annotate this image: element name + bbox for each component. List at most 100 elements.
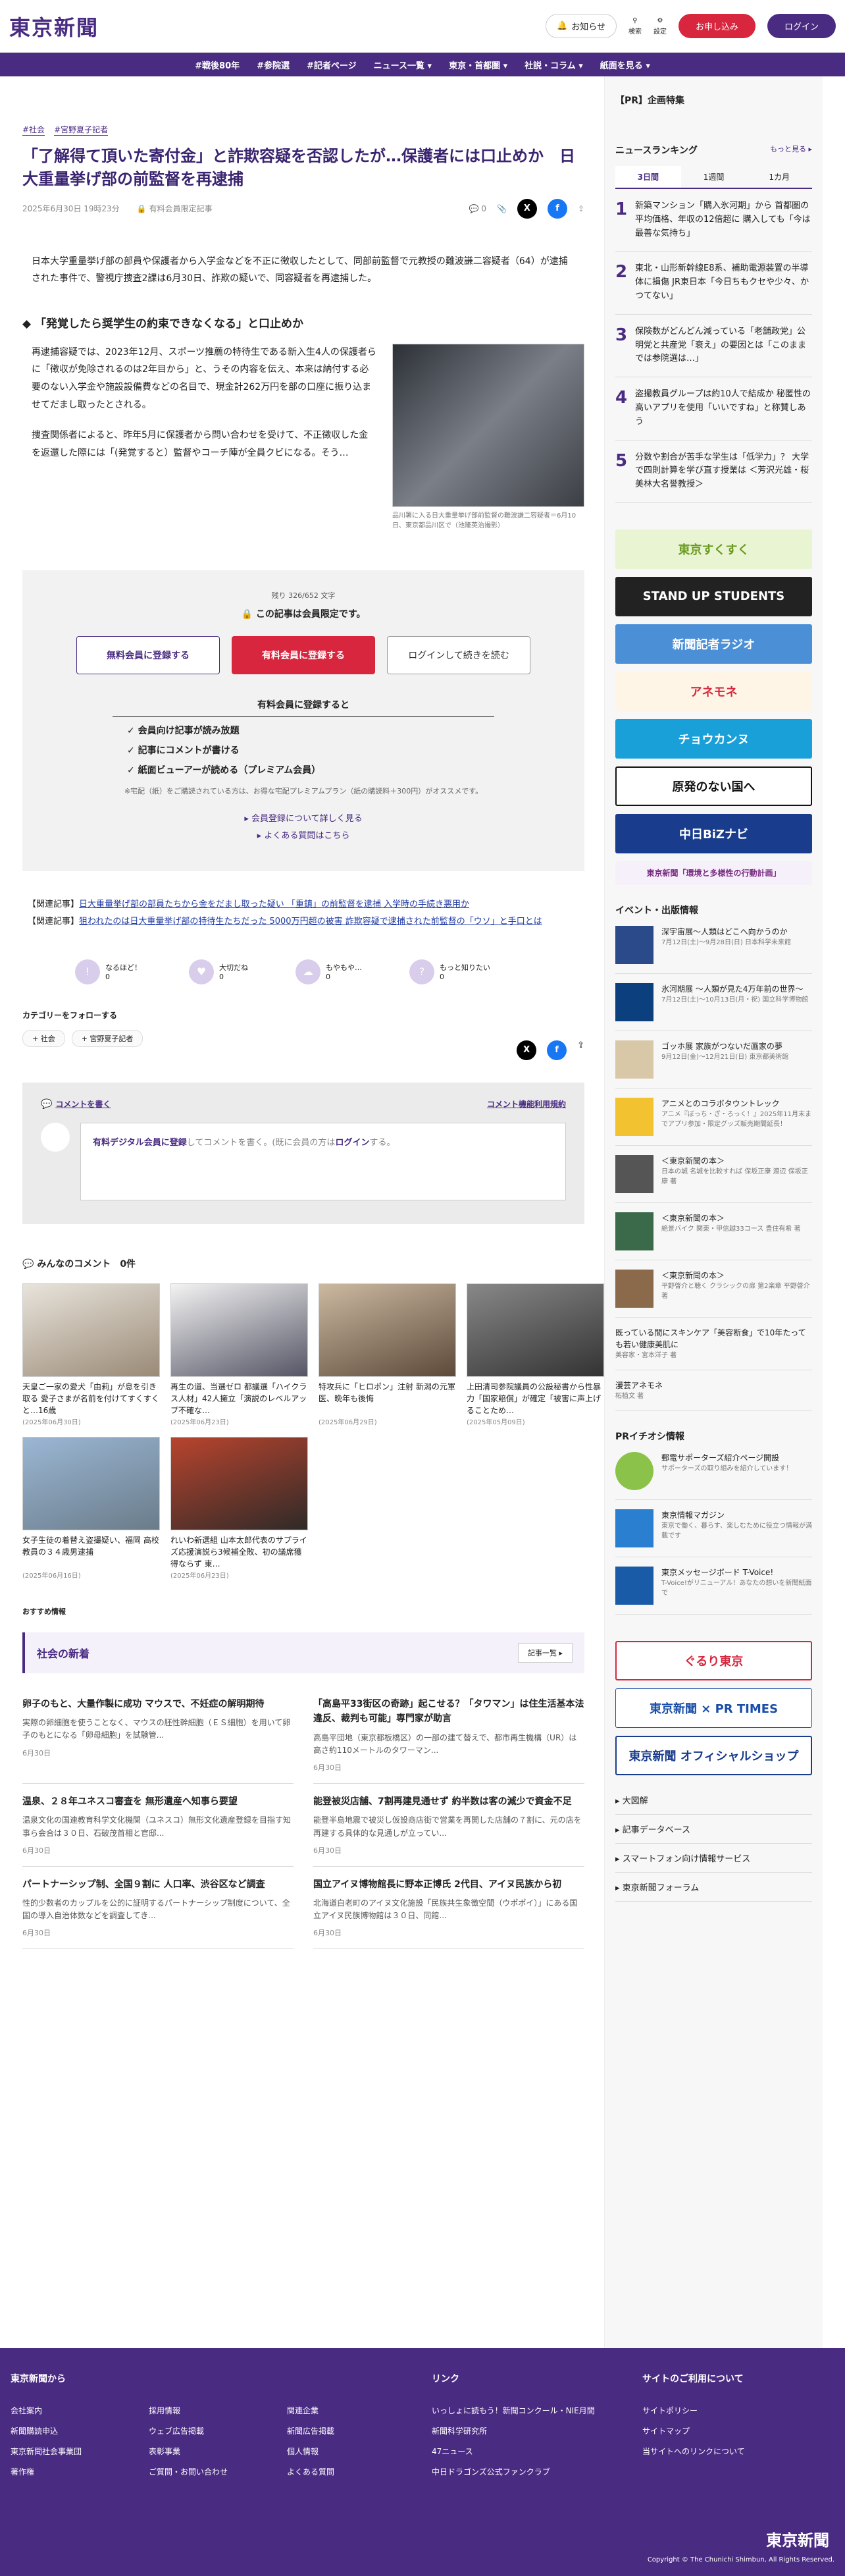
clip-icon[interactable]: 📎 (497, 204, 507, 213)
tag-link[interactable]: #社会 (22, 124, 45, 136)
related-link[interactable]: 日大重量挙げ部の部員たちから金をだまし取った疑い 「重鎮」の前監督を逮捕 入学時… (79, 899, 469, 909)
ranking-item[interactable]: 1 新築マンション「購入氷河期」から 首都圏の平均価格、年収の12倍超に 購入して… (615, 189, 812, 252)
ranking-item[interactable]: 4 盗撮教員グループは約10人で結成か 秘匿性の高いアプリを使用「いいですね」と称… (615, 377, 812, 441)
grid-item[interactable]: 天皇ご一家の愛犬「由莉」が息を引き取る 愛子さまが名前を付けてすくすくと…16歳… (22, 1283, 160, 1426)
banner-shop[interactable]: 東京新聞 オフィシャルショップ (615, 1735, 812, 1775)
footer-link[interactable]: ウェブ広告掲載 (149, 2425, 287, 2436)
search-button[interactable]: ⚲ 検索 (628, 17, 642, 36)
news-item[interactable]: 国立アイヌ博物館長に野本正博氏 2代目、アイヌ民族から初 北海道白老町のアイヌ文化… (313, 1867, 584, 1950)
share-icon[interactable]: ⇪ (577, 1040, 584, 1060)
news-item[interactable]: 「高島平33街区の奇跡」起こせる？「タワマン」は住生活基本法違反、裁判も可能」専… (313, 1686, 584, 1784)
tag-link[interactable]: #宮野夏子記者 (54, 124, 109, 136)
footer-link[interactable]: 新聞科学研究所 (432, 2425, 642, 2436)
pr-item[interactable]: 東京メッセージボード T-Voice! T-Voice!がリニューアル！あなたの想… (615, 1557, 812, 1615)
news-item[interactable]: 卵子のもと、大量作製に成功 マウスで、不妊症の解明期待 実際の卵細胞を使うことなく… (22, 1686, 294, 1784)
nav-item[interactable]: 紙面を見る ▾ (600, 59, 650, 71)
login-button[interactable]: ログイン (767, 14, 836, 38)
side-link[interactable]: ▸ 記事データベース (615, 1815, 812, 1844)
nav-item[interactable]: 社説・コラム ▾ (525, 59, 583, 71)
footer-link[interactable]: 会社案内 (11, 2405, 149, 2416)
event-item[interactable]: ゴッホ展 家族がつないだ画家の夢 9月12日(金)〜12月21日(日) 東京都美術… (615, 1031, 812, 1088)
banner-bizunavi[interactable]: 中日BiZナビ (615, 813, 812, 853)
footer-link[interactable]: 47ニュース (432, 2446, 642, 2457)
grid-item[interactable]: 特攻兵に「ヒロポン」注射 新潟の元軍医、晩年も後悔 (2025年06月29日) (319, 1283, 456, 1426)
side-link[interactable]: ▸ 大図解 (615, 1786, 812, 1815)
share-icon[interactable]: ⇪ (578, 204, 584, 213)
side-link[interactable]: ▸ 東京新聞フォーラム (615, 1873, 812, 1902)
footer-logo[interactable]: 東京新聞 (766, 2527, 829, 2550)
nav-item[interactable]: #記者ページ (307, 59, 357, 71)
footer-link[interactable]: サイトマップ (642, 2425, 833, 2436)
facebook-share-icon[interactable]: f (547, 1040, 567, 1060)
pr-item[interactable]: 東京情報マガジン 東京で働く、暮らす、楽しむために役立つ情報が満載です (615, 1500, 812, 1557)
member-info-link[interactable]: ▸ 会員登録について詳しく見る (22, 811, 584, 828)
comment-count[interactable]: 💬 0 (469, 204, 486, 213)
follow-tag[interactable]: + 社会 (22, 1029, 65, 1047)
reaction-button[interactable]: ! なるほど！ 0 (75, 959, 141, 984)
banner-chokan[interactable]: チョウカンヌ (615, 718, 812, 759)
event-item[interactable]: ＜東京新聞の本＞ 絶景バイク 関東・甲信越33コース 豊住有希 著 (615, 1203, 812, 1260)
article-photo[interactable]: 品川署に入る日大重量挙げ部前監督の難波謙二容疑者＝6月10日、東京都品川区で（池… (392, 343, 584, 531)
news-item[interactable]: パートナーシップ制、全国９割に 人口率、渋谷区など調査 性的少数者のカップルを公的… (22, 1867, 294, 1950)
footer-link[interactable]: 新聞購読申込 (11, 2425, 149, 2436)
banner-genpatsu[interactable]: 原発のない国へ (615, 766, 812, 806)
free-register-button[interactable]: 無料会員に登録する (76, 635, 220, 674)
footer-link[interactable]: 東京新聞社会事業団 (11, 2446, 149, 2457)
ranking-more-link[interactable]: もっと見る ▸ (770, 144, 812, 157)
site-logo[interactable]: 東京新聞 (9, 11, 99, 41)
grid-item[interactable]: 上田清司参院議員の公設秘書から性暴力「国家賠償」が確定「被害に声上げることため…… (467, 1283, 604, 1426)
footer-link[interactable]: 当サイトへのリンクについて (642, 2446, 833, 2457)
settings-button[interactable]: ⚙ 設定 (653, 17, 667, 36)
grid-item[interactable]: れいわ新選組 山本太郎代表のサプライズ応援演説ら3候補全敗、初の議席獲得ならず … (170, 1436, 308, 1580)
banner-prtimes[interactable]: 東京新聞 × PR TIMES (615, 1688, 812, 1728)
login-continue-button[interactable]: ログインして続きを読む (387, 635, 530, 674)
footer-link[interactable]: 中日ドラゴンズ公式ファンクラブ (432, 2466, 642, 2477)
footer-link[interactable]: 個人情報 (287, 2446, 425, 2457)
comment-rules-link[interactable]: コメント機能利用規約 (487, 1098, 566, 1110)
x-share-icon[interactable]: X (517, 1040, 537, 1060)
tab-1week[interactable]: 1週間 (681, 166, 747, 188)
side-link[interactable]: ▸ スマートフォン向け情報サービス (615, 1844, 812, 1873)
footer-link[interactable]: 著作権 (11, 2466, 149, 2477)
event-item[interactable]: 漫芸アネモネ 柘植文 著 (615, 1370, 812, 1411)
facebook-share-icon[interactable]: f (547, 198, 567, 219)
faq-link[interactable]: ▸ よくある質問はこちら (22, 828, 584, 845)
ranking-item[interactable]: 2 東北・山形新幹線E8系、補助電源装置の半導体に損傷 JR東日本「今日ちもクセや… (615, 252, 812, 315)
register-button[interactable]: お申し込み (678, 14, 755, 38)
nav-item[interactable]: ニュース一覧 ▾ (374, 59, 432, 71)
footer-link[interactable]: ご質問・お問い合わせ (149, 2466, 287, 2477)
tab-3days[interactable]: 3日間 (615, 166, 681, 188)
ranking-item[interactable]: 3 保険数がどんどん減っている「老舗政党」公明党と共産党「衰え」の要因とは「このま… (615, 315, 812, 378)
event-item[interactable]: 既っている間にスキンケア「美容断食」で10年たっても若い健康美肌に 美容家・宮本洋… (615, 1318, 812, 1370)
banner-anemone[interactable]: アネモネ (615, 671, 812, 711)
reaction-button[interactable]: ? もっと知りたい 0 (409, 959, 490, 984)
footer-link[interactable]: よくある質問 (287, 2466, 425, 2477)
news-item[interactable]: 能登被災店舗、7割再建見通せず 約半数は客の減少で資金不足 能登半島地震で被災し仮… (313, 1784, 584, 1867)
grid-item[interactable]: 女子生徒の着替え盗撮疑い、福岡 高校教員の３４歳男逮捕 (2025年06月16日) (22, 1436, 160, 1580)
event-item[interactable]: 氷河期展 〜人類が見た4万年前の世界〜 7月12日(土)〜10月13日(月・祝) … (615, 974, 812, 1031)
nav-item[interactable]: #参院選 (257, 59, 290, 71)
news-item[interactable]: 温泉、２８年ユネスコ審査を 無形遺産へ知事ら要望 温泉文化の国連教育科学文化機関（… (22, 1784, 294, 1867)
event-item[interactable]: ＜東京新聞の本＞ 平野啓介と聴く クラシックの扉 第2楽章 平野啓介 著 (615, 1260, 812, 1318)
footer-link[interactable]: 新聞広告掲載 (287, 2425, 425, 2436)
footer-link[interactable]: サイトポリシー (642, 2405, 833, 2416)
banner-gururi[interactable]: ぐるり東京 (615, 1640, 812, 1680)
grid-item[interactable]: 再生の道、当選ゼロ 都議選「ハイクラス人材」42人擁立「演説のレベルアップ不確な… (170, 1283, 308, 1426)
notice-button[interactable]: 🔔 お知らせ (546, 14, 617, 38)
banner-radio[interactable]: 新聞記者ラジオ (615, 624, 812, 664)
more-articles-button[interactable]: 記事一覧 ▸ (517, 1642, 573, 1663)
event-item[interactable]: アニメとのコラボタウントレック アニメ『ぼっち・ざ・ろっく！』2025年11月末ま… (615, 1088, 812, 1146)
footer-link[interactable]: いっしょに読もう！新聞コンクール・NIE月間 (432, 2405, 642, 2416)
nav-item[interactable]: #戦後80年 (195, 59, 240, 71)
banner-standup[interactable]: STAND UP STUDENTS (615, 576, 812, 616)
footer-link[interactable]: 採用情報 (149, 2405, 287, 2416)
nav-item[interactable]: 東京・首都圏 ▾ (449, 59, 507, 71)
event-item[interactable]: ＜東京新聞の本＞ 日本の城 名城を比較すれば 保坂正康 渡辺 保坂正康 著 (615, 1146, 812, 1203)
x-share-icon[interactable]: X (517, 198, 537, 219)
tab-1month[interactable]: 1カ月 (746, 166, 812, 188)
footer-link[interactable]: 関連企業 (287, 2405, 425, 2416)
ranking-item[interactable]: 5 分数や割合が苦手な学生は「低学力」？ 大学で四則計算を学び直す授業は ＜芳沢光… (615, 441, 812, 503)
pr-item[interactable]: 郵電サポーターズ紹介ページ開設 サポーターズの取り組みを紹介しています！ (615, 1443, 812, 1500)
footer-link[interactable]: 表彰事業 (149, 2446, 287, 2457)
reaction-button[interactable]: ☁ もやもや… 0 (295, 959, 362, 984)
